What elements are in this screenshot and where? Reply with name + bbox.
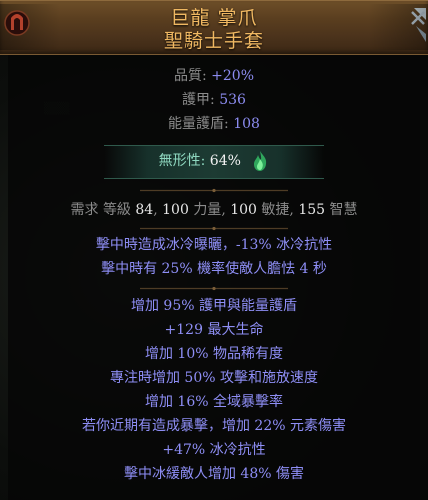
explicit-mod: 增加 16% 全域暴擊率 — [144, 394, 284, 410]
required-dex-value: 100 — [230, 202, 257, 218]
explicit-mod: +47% 冰冷抗性 — [162, 442, 266, 458]
item-base-type: 聖騎士手套 — [163, 30, 264, 52]
quality-value: +20% — [211, 68, 255, 84]
explicit-mod: 增加 95% 護甲與能量護盾 — [130, 298, 298, 314]
armour-row: 護甲: 536 — [182, 92, 246, 108]
explicit-mod: 擊中冰緩敵人增加 48% 傷害 — [123, 466, 305, 482]
explicit-mod: 專注時增加 50% 攻擊和施放速度 — [109, 370, 319, 386]
separator — [140, 188, 288, 193]
implicit-mod: 擊中時造成冰冷曝曬，-13% 冰冷抗性 — [95, 237, 333, 253]
tooltip-header: 巨龍 掌爪 聖騎士手套 — [0, 0, 428, 55]
quality-row: 品質: +20% — [173, 68, 255, 84]
separator — [140, 286, 288, 291]
explicit-mods: 增加 95% 護甲與能量護盾 +129 最大生命 增加 10% 物品稀有度 專注… — [0, 294, 428, 486]
required-int-value: 155 — [298, 202, 326, 218]
implicit-mod: 擊中時有 25% 機率使敵人膽怯 4 秒 — [101, 261, 327, 277]
required-str-value: 100 — [162, 202, 189, 218]
item-properties: 品質: +20% 護甲: 536 能量護盾: 108 — [0, 64, 428, 136]
energy-shield-row: 能量護盾: 108 — [168, 116, 260, 132]
formless-label: 無形性 — [158, 153, 201, 169]
formless-row: 無形性: 64% — [0, 149, 428, 173]
green-flame-icon — [254, 151, 267, 171]
implicit-mods: 擊中時造成冰冷曝曬，-13% 冰冷抗性 擊中時有 25% 機率使敵人膽怯 4 秒 — [0, 233, 428, 281]
explicit-mod: +129 最大生命 — [164, 322, 264, 338]
explicit-mod: 增加 10% 物品稀有度 — [144, 346, 284, 362]
requirements-row: 需求 等級 84, 100 力量, 100 敏捷, 155 智慧 — [70, 202, 358, 218]
energy-shield-value: 108 — [233, 116, 260, 132]
separator — [140, 226, 288, 231]
required-level-value: 84 — [135, 202, 154, 218]
explicit-mod: 若你近期有造成暴擊，增加 22% 元素傷害 — [81, 418, 347, 434]
armour-value: 536 — [219, 92, 246, 108]
crusader-influence-icon — [411, 8, 426, 42]
formless-value: 64% — [209, 153, 241, 169]
